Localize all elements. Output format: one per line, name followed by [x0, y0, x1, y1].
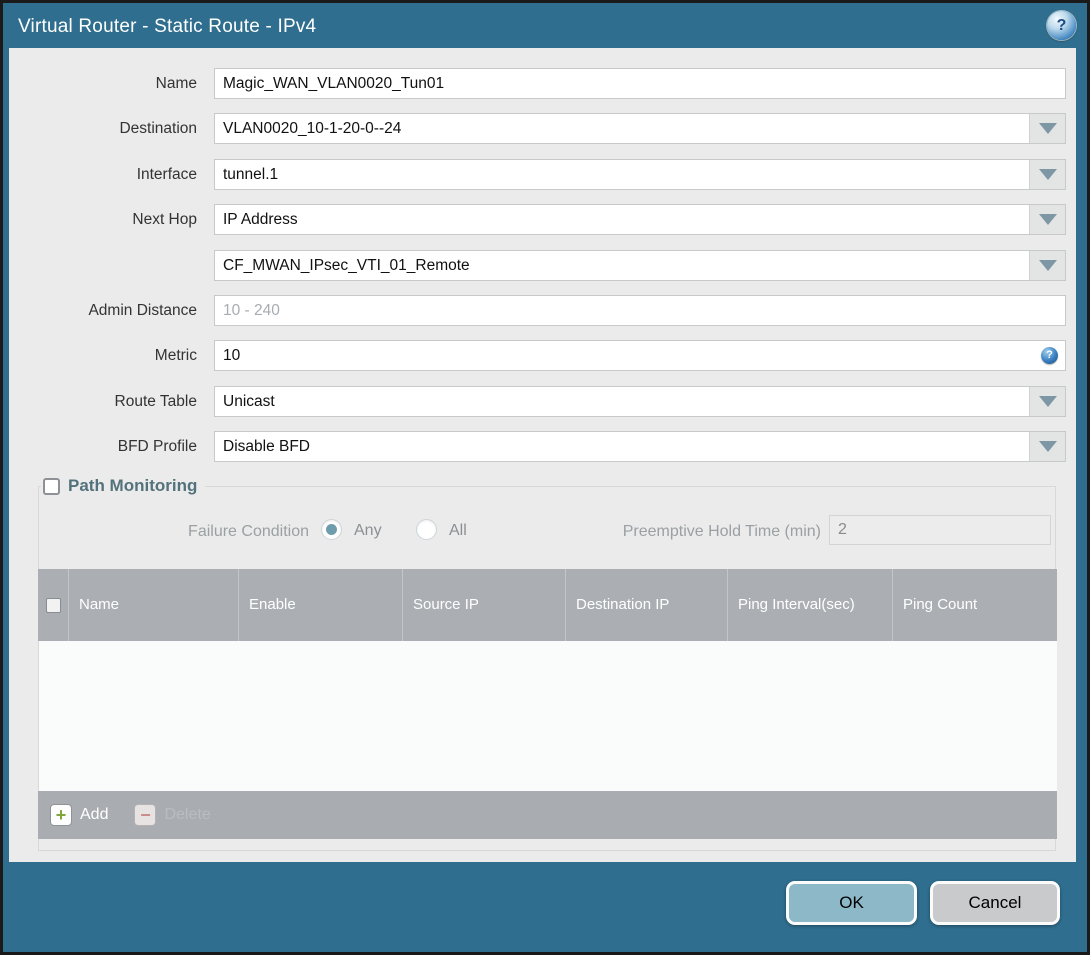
metric-row: Metric ?	[9, 340, 1076, 371]
select-all-checkbox[interactable]	[45, 597, 61, 613]
interface-row: Interface	[9, 159, 1076, 190]
add-button-label: Add	[80, 806, 109, 823]
interface-label: Interface	[136, 166, 197, 183]
metric-input[interactable]	[214, 340, 1066, 371]
path-monitoring-checkbox[interactable]	[43, 477, 60, 495]
chevron-down-icon	[1038, 441, 1057, 452]
path-monitoring-toolbar: + Add − Delete	[38, 791, 1057, 839]
admin-distance-label: Admin Distance	[88, 302, 197, 319]
column-header-ping-interval[interactable]: Ping Interval(sec)	[727, 569, 892, 641]
admin-distance-row: Admin Distance	[9, 295, 1076, 326]
form-panel: Name Destination Interface	[9, 48, 1076, 862]
next-hop-address-row	[9, 250, 1076, 281]
route-table-dropdown-button[interactable]	[1029, 387, 1065, 416]
next-hop-address-dropdown-button[interactable]	[1029, 251, 1065, 280]
bfd-profile-dropdown-button[interactable]	[1029, 432, 1065, 461]
add-button[interactable]: + Add	[50, 804, 108, 826]
path-monitoring-section: Path Monitoring Failure Condition Any Al…	[38, 476, 1057, 851]
delete-button: − Delete	[134, 804, 211, 826]
metric-label: Metric	[154, 347, 197, 364]
destination-label: Destination	[119, 120, 197, 137]
next-hop-row: Next Hop	[9, 204, 1076, 235]
column-header-enable[interactable]: Enable	[238, 569, 402, 641]
delete-icon: −	[134, 804, 157, 826]
interface-input[interactable]	[214, 159, 1066, 190]
bfd-profile-row: BFD Profile	[9, 431, 1076, 462]
next-hop-address-input[interactable]	[214, 250, 1066, 281]
preemptive-hold-time-label: Preemptive Hold Time (min)	[622, 523, 821, 540]
select-all-cell	[38, 569, 68, 641]
chevron-down-icon	[1038, 123, 1057, 134]
chevron-down-icon	[1038, 214, 1057, 225]
path-monitoring-title: Path Monitoring	[68, 476, 198, 495]
next-hop-type-input[interactable]	[214, 204, 1066, 235]
preemptive-hold-time-input	[829, 515, 1051, 545]
column-header-source-ip[interactable]: Source IP	[402, 569, 565, 641]
name-label: Name	[155, 75, 197, 92]
chevron-down-icon	[1038, 396, 1057, 407]
name-row: Name	[9, 68, 1076, 99]
help-icon[interactable]: ?	[1047, 11, 1076, 40]
column-header-name[interactable]: Name	[68, 569, 238, 641]
column-header-ping-count[interactable]: Ping Count	[892, 569, 1056, 641]
failure-condition-label: Failure Condition	[188, 523, 309, 540]
route-table-label: Route Table	[114, 393, 197, 410]
next-hop-label: Next Hop	[132, 211, 197, 228]
next-hop-type-dropdown-button[interactable]	[1029, 205, 1065, 234]
dialog-title: Virtual Router - Static Route - IPv4	[18, 16, 317, 37]
ok-button[interactable]: OK	[786, 881, 917, 925]
chevron-down-icon	[1038, 169, 1057, 180]
route-table-row: Route Table	[9, 386, 1076, 417]
failure-condition-any-radio[interactable]	[321, 519, 342, 540]
destination-row: Destination	[9, 113, 1076, 144]
bfd-profile-input[interactable]	[214, 431, 1066, 462]
info-icon[interactable]: ?	[1041, 347, 1058, 364]
radio-selected-dot	[326, 524, 337, 535]
column-header-destination-ip[interactable]: Destination IP	[565, 569, 727, 641]
destination-input[interactable]	[214, 113, 1066, 144]
add-icon: +	[50, 804, 72, 826]
static-route-dialog: Virtual Router - Static Route - IPv4 ? N…	[0, 0, 1090, 955]
admin-distance-input[interactable]	[214, 295, 1066, 326]
failure-condition-all-label: All	[449, 522, 467, 539]
destination-dropdown-button[interactable]	[1029, 114, 1065, 143]
interface-dropdown-button[interactable]	[1029, 160, 1065, 189]
cancel-button[interactable]: Cancel	[930, 881, 1060, 925]
path-monitoring-table-body	[38, 641, 1057, 791]
failure-condition-any-label: Any	[354, 522, 382, 539]
chevron-down-icon	[1038, 260, 1057, 271]
delete-button-label: Delete	[164, 806, 211, 823]
bfd-profile-label: BFD Profile	[117, 438, 197, 455]
path-monitoring-table-header: Name Enable Source IP Destination IP Pin…	[38, 569, 1057, 641]
failure-condition-all-radio[interactable]	[416, 519, 437, 540]
route-table-input[interactable]	[214, 386, 1066, 417]
path-monitoring-legend: Path Monitoring	[41, 476, 206, 496]
name-input[interactable]	[214, 68, 1066, 99]
